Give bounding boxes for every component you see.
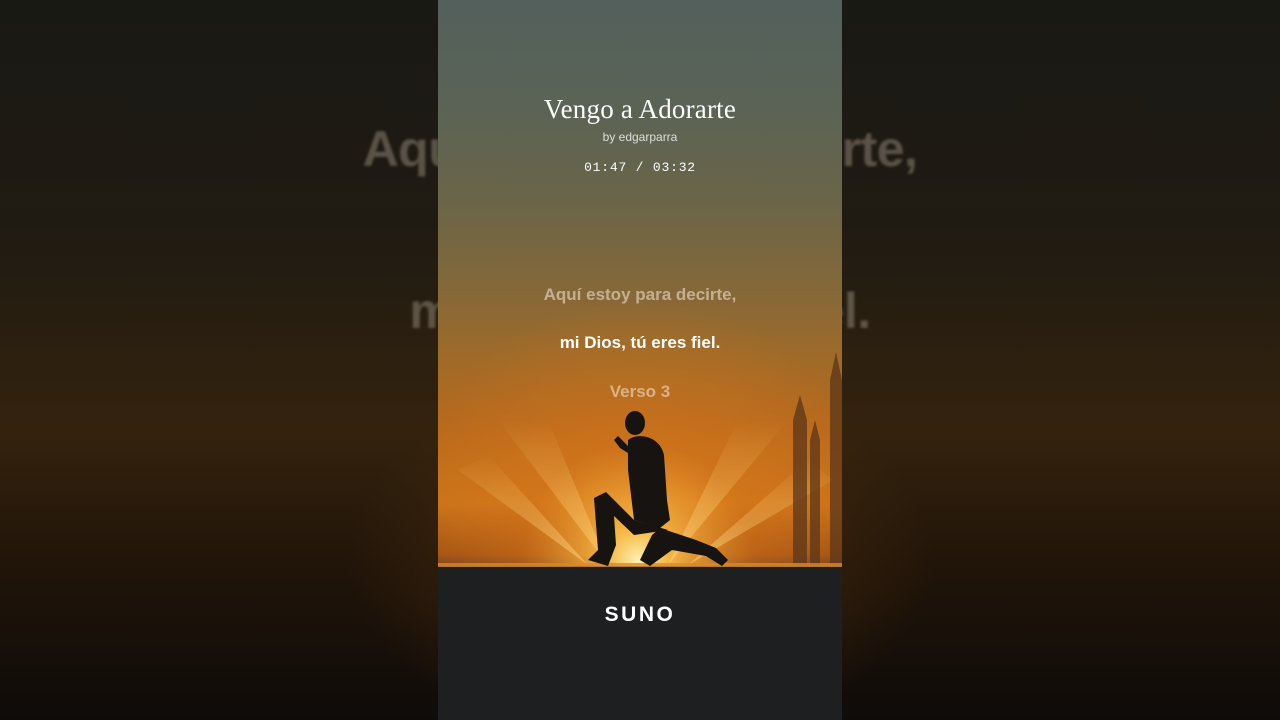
song-artist: by edgarparra [602,130,678,144]
ground [438,566,842,720]
suno-logo: SUNO [604,603,676,626]
video-panel[interactable]: Vengo a Adorarte by edgarparra 01:47 / 0… [438,0,842,720]
playback-time: 01:47 / 03:32 [584,160,696,175]
song-title: Vengo a Adorarte [543,94,737,124]
horizon-line [438,563,842,567]
lyric-current-line: mi Dios, tú eres fiel. [559,333,721,352]
lyric-next-line: Verso 3 [609,382,671,401]
lyric-previous-line: Aquí estoy para decirte, [543,285,737,304]
